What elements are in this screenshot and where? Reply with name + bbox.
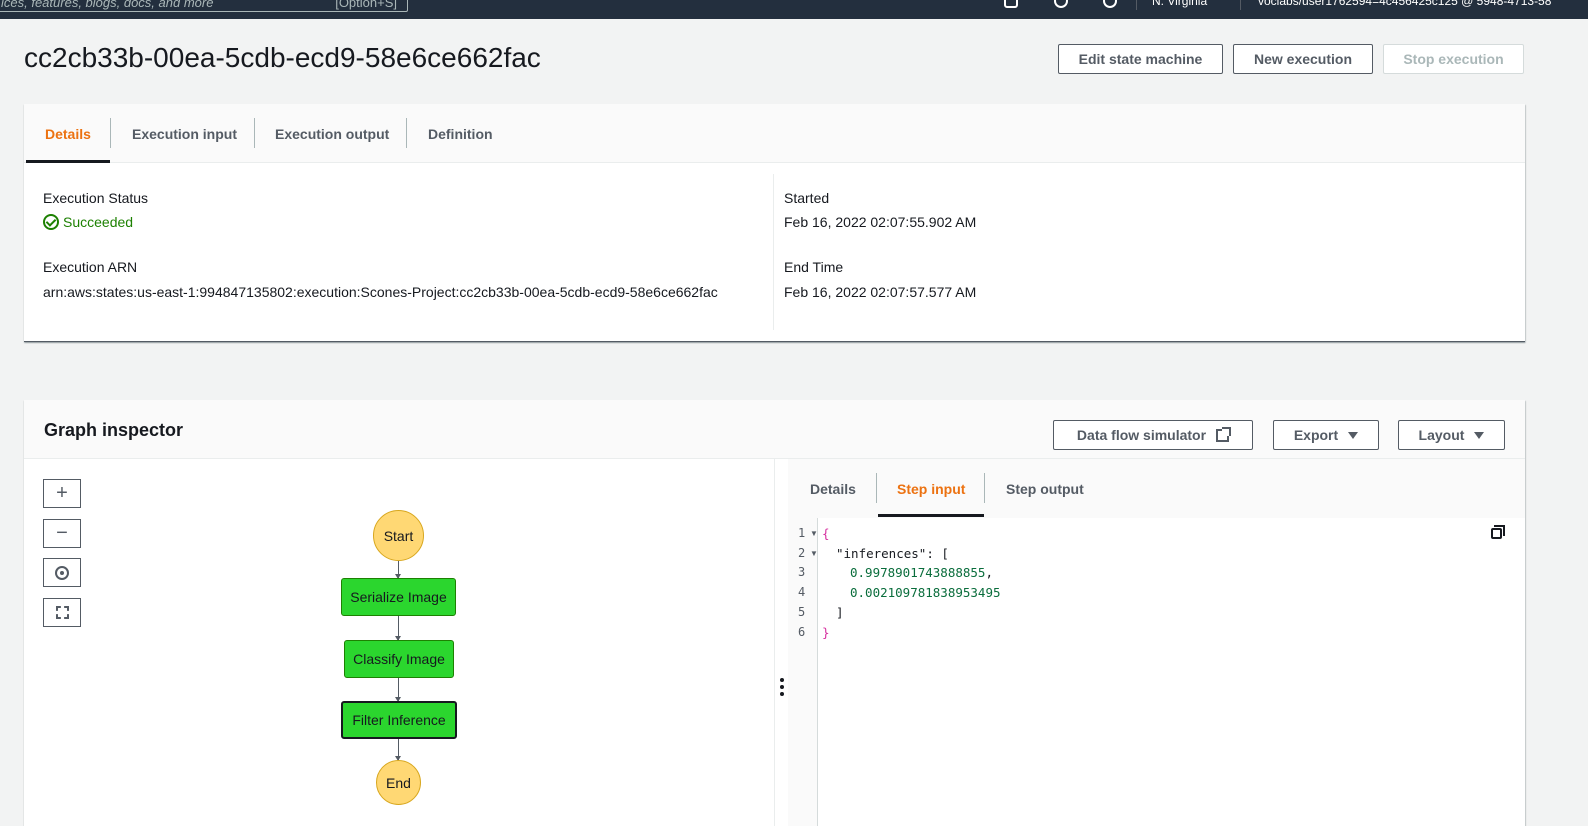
expand-icon [55, 606, 69, 619]
search-input[interactable]: ices, features, blogs, docs, and more [O… [0, 0, 408, 12]
data-flow-simulator-button[interactable]: Data flow simulator [1053, 420, 1253, 450]
execution-arn-label: Execution ARN [43, 259, 138, 275]
graph-inspector-panel: Graph inspector Data flow simulator Expo… [24, 400, 1525, 826]
node-filter-inference[interactable]: Filter Inference [341, 701, 457, 739]
tab-execution-input[interactable]: Execution input [132, 104, 237, 163]
export-label: Export [1293, 427, 1339, 443]
page-title: cc2cb33b-00ea-5cdb-ecd9-58e6ce662fac [24, 42, 541, 73]
tab-definition[interactable]: Definition [428, 104, 493, 163]
tab-divider [984, 473, 985, 503]
tab-divider [110, 118, 111, 148]
pane-divider [774, 459, 775, 826]
copy-icon[interactable] [1491, 525, 1505, 539]
json-key: "inferences" [836, 546, 927, 561]
data-flow-simulator-label: Data flow simulator [1076, 427, 1207, 443]
tab-step-output[interactable]: Step output [1006, 459, 1084, 518]
line-number: 3 [798, 565, 806, 579]
zoom-out-button[interactable]: − [43, 519, 81, 548]
node-classify-image[interactable]: Classify Image [344, 640, 454, 678]
edge-arrow [395, 678, 401, 702]
tab-divider [254, 118, 255, 148]
code-line-3: 0.9978901743888855, [850, 565, 993, 580]
column-divider [773, 174, 774, 330]
node-serialize-image[interactable]: Serialize Image [341, 578, 456, 616]
execution-arn-value: arn:aws:states:us-east-1:994847135802:ex… [43, 284, 718, 300]
tab-step-details[interactable]: Details [810, 459, 856, 518]
tab-divider [406, 118, 407, 148]
resize-handle-icon[interactable] [780, 678, 784, 696]
account-menu[interactable]: voclabs/user1762594=4c456425c125 @ 5948-… [1258, 0, 1551, 8]
cloudshell-icon[interactable] [1004, 0, 1018, 8]
fold-arrow-icon[interactable]: ▼ [810, 529, 818, 538]
target-icon [55, 565, 69, 580]
export-dropdown[interactable]: Export [1273, 420, 1379, 450]
status-text: Succeeded [63, 214, 134, 230]
nav-divider [1240, 0, 1241, 10]
tab-step-input[interactable]: Step input [897, 459, 965, 518]
line-number: 1 [798, 526, 806, 540]
tab-execution-output[interactable]: Execution output [275, 104, 389, 163]
end-time-label: End Time [784, 259, 844, 275]
stop-execution-button[interactable]: Stop execution [1383, 44, 1524, 74]
new-execution-button[interactable]: New execution [1233, 44, 1373, 74]
edge-arrow [395, 561, 401, 579]
node-end[interactable]: End [376, 760, 421, 805]
code-line-2: "inferences": [ [836, 546, 949, 561]
caret-down-icon [1348, 431, 1359, 439]
line-gutter: 1 ▼ 2 ▼ 3 4 5 6 [788, 518, 818, 826]
details-tabs: Details Execution input Execution output… [24, 104, 1525, 163]
top-nav-bar: ices, features, blogs, docs, and more [O… [0, 0, 1588, 19]
zoom-in-button[interactable]: + [43, 479, 81, 508]
execution-status-value: Succeeded [43, 214, 133, 230]
line-number: 5 [798, 605, 806, 619]
json-number: 0.9978901743888855 [850, 565, 986, 580]
code-line-1: { [822, 526, 830, 541]
code-line-4: 0.002109781838953495 [850, 585, 1001, 600]
line-number: 2 [798, 546, 806, 560]
layout-dropdown[interactable]: Layout [1398, 420, 1505, 450]
active-tab-indicator [26, 160, 110, 163]
execution-status-label: Execution Status [43, 190, 149, 206]
region-selector[interactable]: N. Virginia [1152, 0, 1207, 8]
json-punct: : [ [926, 546, 949, 561]
caret-down-icon [1474, 431, 1485, 439]
code-line-6: } [822, 625, 830, 640]
center-graph-button[interactable] [43, 558, 81, 587]
layout-label: Layout [1418, 427, 1465, 443]
graph-inspector-header: Graph inspector Data flow simulator Expo… [24, 400, 1525, 459]
line-number: 4 [798, 585, 806, 599]
nav-divider [1136, 0, 1137, 10]
help-icon[interactable] [1103, 0, 1117, 8]
fit-to-screen-button[interactable] [43, 598, 81, 627]
node-start[interactable]: Start [373, 510, 424, 561]
search-placeholder: ices, features, blogs, docs, and more [1, 0, 214, 10]
active-tab-indicator [878, 514, 984, 517]
started-value: Feb 16, 2022 02:07:55.902 AM [784, 214, 977, 230]
code-line-5: ] [836, 605, 844, 620]
fold-arrow-icon[interactable]: ▼ [810, 549, 818, 558]
graph-inspector-title: Graph inspector [44, 420, 184, 440]
tab-divider [876, 473, 877, 503]
json-code-viewer[interactable]: 1 ▼ 2 ▼ 3 4 5 6 { "inferences": [ 0.9978… [788, 518, 1525, 826]
edit-state-machine-button[interactable]: Edit state machine [1058, 44, 1223, 74]
edge-arrow [395, 616, 401, 641]
check-circle-icon [43, 214, 59, 230]
execution-details-panel: Details Execution input Execution output… [24, 104, 1525, 342]
end-time-value: Feb 16, 2022 02:07:57.577 AM [784, 284, 977, 300]
edge-arrow [395, 739, 401, 761]
bell-icon[interactable] [1054, 0, 1068, 8]
external-link-icon [1216, 426, 1232, 442]
search-shortcut: [Option+S] [335, 0, 397, 10]
line-number: 6 [798, 625, 806, 639]
started-label: Started [784, 190, 830, 206]
step-detail-pane: Details Step input Step output 1 ▼ 2 ▼ 3… [788, 459, 1525, 826]
tab-details[interactable]: Details [45, 104, 91, 163]
